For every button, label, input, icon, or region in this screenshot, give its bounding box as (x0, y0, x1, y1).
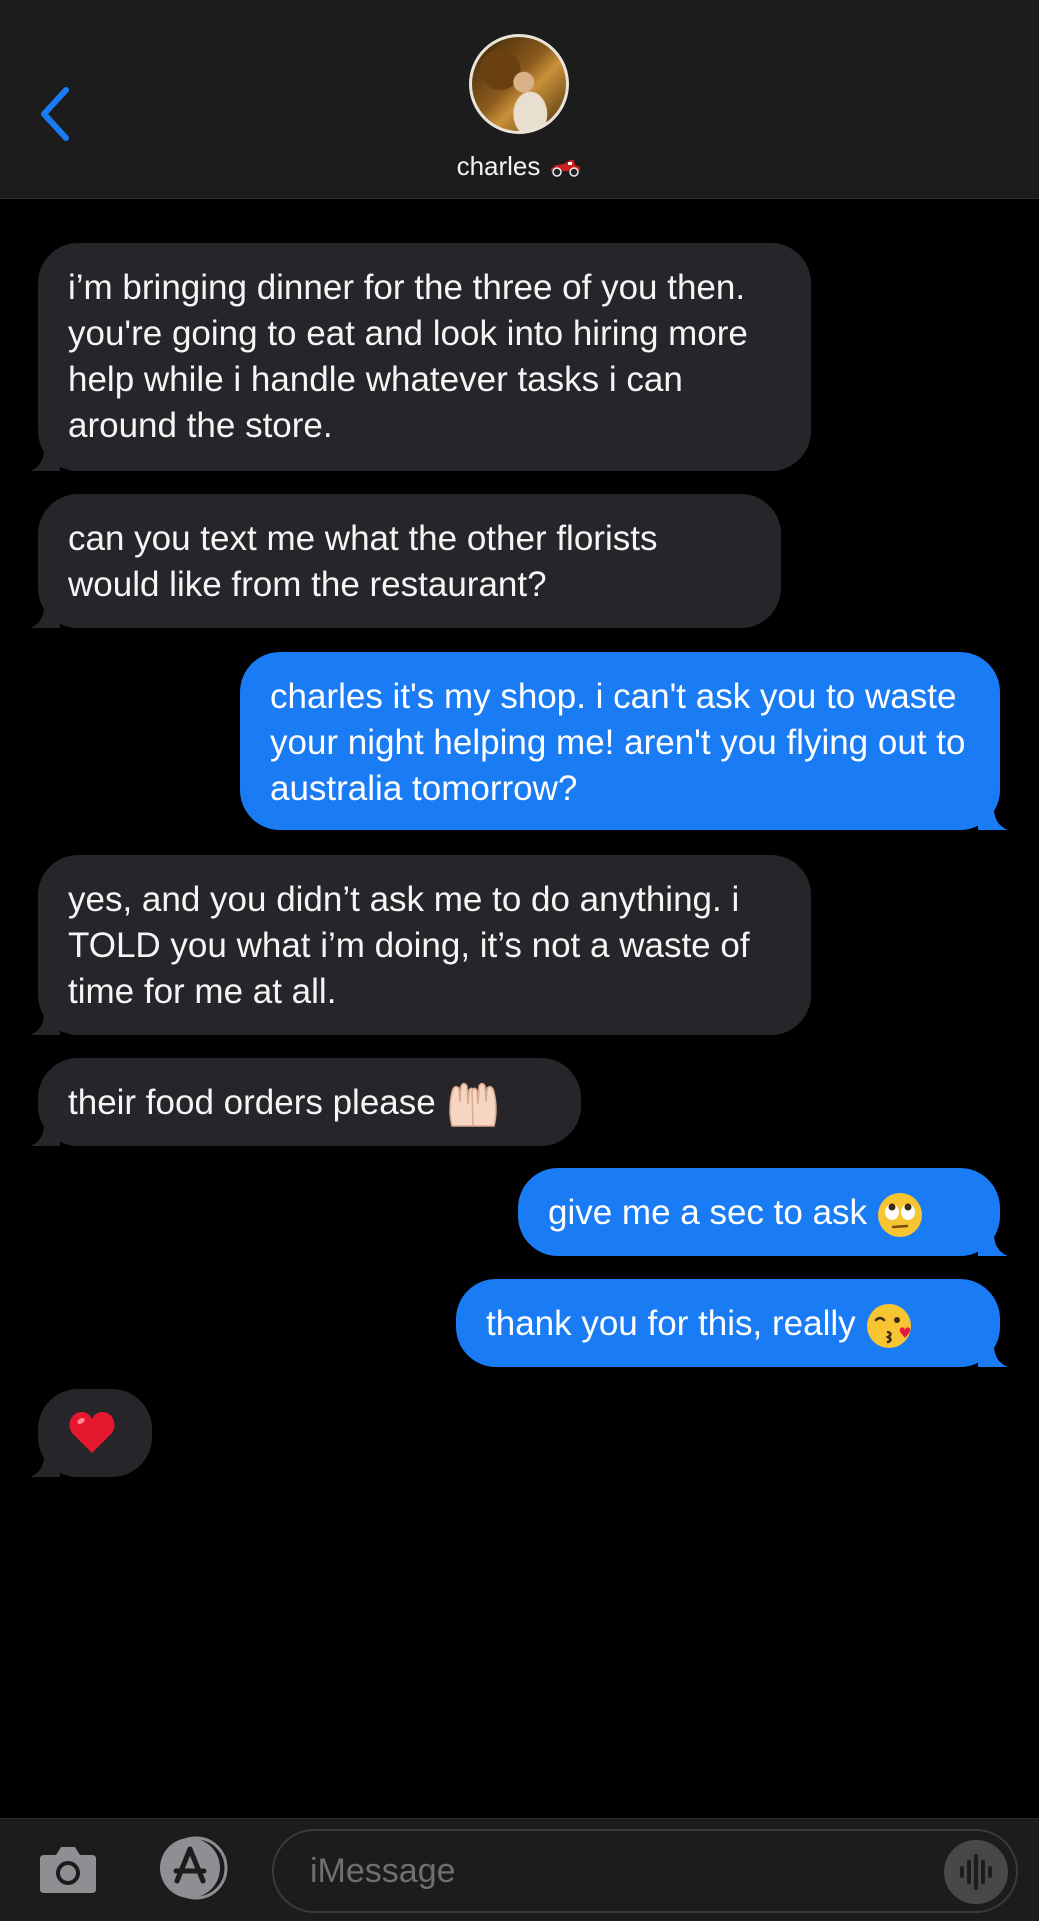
message-text: charles it's my shop. i can't ask you to… (270, 677, 966, 808)
incoming-message[interactable]: their food orders please (38, 1058, 581, 1146)
incoming-message[interactable]: yes, and you didn’t ask me to do anythin… (38, 855, 811, 1035)
audio-waveform-icon (960, 1854, 992, 1890)
red-heart-emoji (69, 1411, 115, 1453)
app-store-button[interactable] (150, 1835, 234, 1901)
eye-roll-emoji (878, 1192, 923, 1237)
race-car-icon (551, 160, 581, 177)
back-button[interactable] (36, 84, 76, 144)
avatar[interactable] (469, 34, 569, 134)
contact-name: charles (456, 151, 541, 181)
message-text: can you text me what the other florists … (68, 519, 658, 604)
chevron-left-icon (41, 87, 69, 141)
message-text: yes, and you didn’t ask me to do anythin… (68, 880, 750, 1011)
bubble-tail (978, 1339, 1008, 1367)
bubble-tail (978, 1228, 1008, 1256)
outgoing-message[interactable]: give me a sec to ask (518, 1168, 1000, 1256)
message-text: thank you for this, really (486, 1304, 856, 1343)
bubble-tail (30, 1118, 60, 1146)
composer-bar (0, 1818, 1039, 1921)
camera-button[interactable] (38, 1841, 98, 1897)
bubble-tail (30, 443, 60, 471)
raising-hands-emoji (448, 1082, 497, 1127)
conversation-header: charles (0, 0, 1039, 199)
outgoing-message[interactable]: charles it's my shop. i can't ask you to… (240, 652, 1000, 830)
camera-icon (40, 1847, 96, 1893)
kiss-emoji (866, 1303, 911, 1348)
incoming-message[interactable]: can you text me what the other florists … (38, 494, 781, 628)
bubble-tail (978, 802, 1008, 830)
message-input[interactable] (272, 1829, 1018, 1913)
bubble-tail (30, 1007, 60, 1035)
message-text: their food orders please (68, 1083, 436, 1122)
incoming-message[interactable]: i’m bringing dinner for the three of you… (38, 243, 811, 471)
bubble-tail (30, 1449, 60, 1477)
audio-record-button[interactable] (944, 1840, 1008, 1904)
outgoing-message[interactable]: thank you for this, really (456, 1279, 1000, 1367)
bubble-tail (30, 600, 60, 628)
contact-title[interactable]: charles (0, 150, 1039, 182)
app-store-icon (160, 1836, 228, 1900)
message-text: i’m bringing dinner for the three of you… (68, 268, 748, 445)
message-text: give me a sec to ask (548, 1193, 868, 1232)
